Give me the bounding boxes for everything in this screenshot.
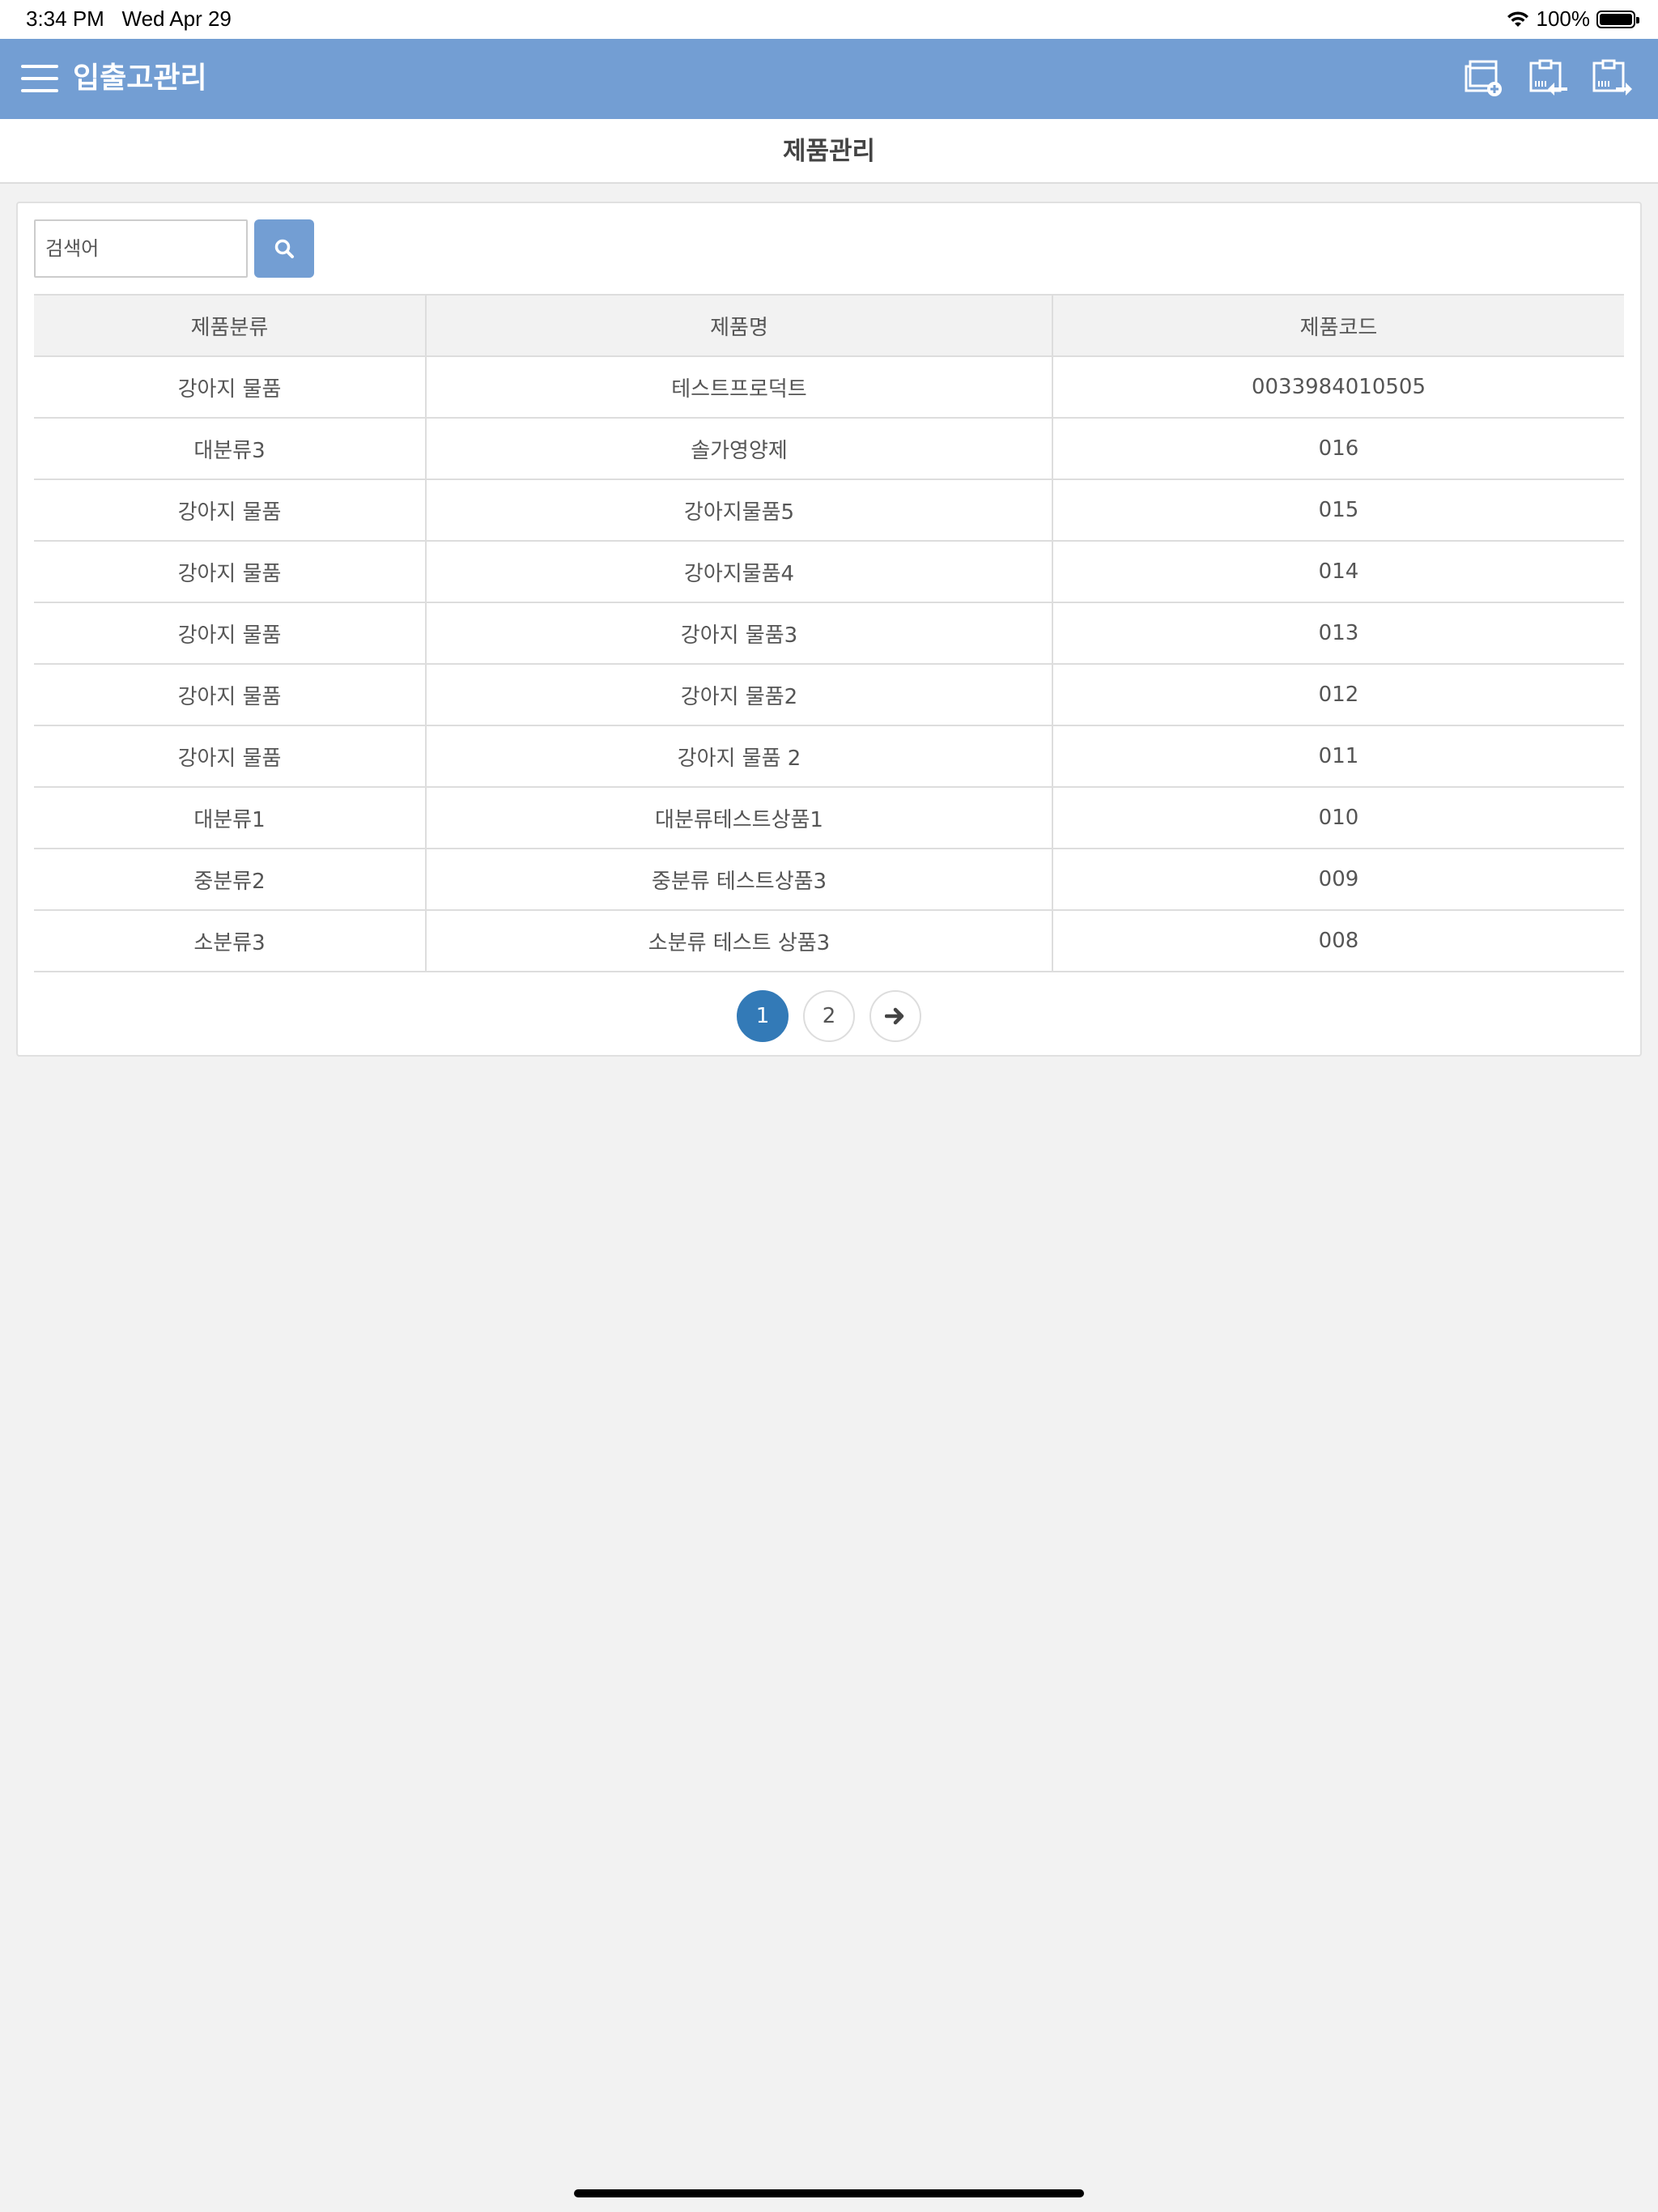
cell-category: 강아지 물품 bbox=[34, 725, 427, 788]
cell-name: 강아지 물품2 bbox=[426, 664, 1053, 726]
search-input[interactable] bbox=[34, 219, 248, 278]
column-header-category[interactable]: 제품분류 bbox=[34, 294, 427, 357]
cell-name: 강아지물품5 bbox=[426, 479, 1053, 542]
cell-code: 014 bbox=[1052, 541, 1624, 603]
cell-name: 솔가영양제 bbox=[426, 418, 1053, 480]
page-button-2[interactable]: 2 bbox=[803, 990, 855, 1042]
search-button[interactable] bbox=[254, 219, 314, 278]
home-indicator bbox=[574, 2189, 1084, 2197]
page-title: 제품관리 bbox=[782, 137, 876, 166]
table-row[interactable]: 강아지 물품 강아지 물품 2 011 bbox=[34, 725, 1624, 788]
cell-category: 강아지 물품 bbox=[34, 541, 427, 603]
cell-category: 강아지 물품 bbox=[34, 602, 427, 665]
product-panel: 제품분류 제품명 제품코드 강아지 물품 테스트프로덕트 00339840105… bbox=[16, 202, 1642, 1057]
table-row[interactable]: 중분류2 중분류 테스트상품3 009 bbox=[34, 849, 1624, 911]
app-actions bbox=[1462, 58, 1634, 99]
battery-percent: 100% bbox=[1536, 6, 1591, 31]
cell-code: 011 bbox=[1052, 725, 1624, 788]
pagination: 1 2 bbox=[18, 990, 1640, 1042]
table-row[interactable]: 강아지 물품 테스트프로덕트 0033984010505 bbox=[34, 356, 1624, 419]
page-button-1[interactable]: 1 bbox=[737, 990, 789, 1042]
cell-name: 테스트프로덕트 bbox=[426, 356, 1053, 419]
cell-category: 중분류2 bbox=[34, 849, 427, 911]
search-icon bbox=[274, 239, 294, 258]
table-row[interactable]: 강아지 물품 강아지 물품3 013 bbox=[34, 602, 1624, 665]
table-row[interactable]: 강아지 물품 강아지물품4 014 bbox=[34, 541, 1624, 603]
search-bar bbox=[34, 219, 314, 278]
product-table: 제품분류 제품명 제품코드 강아지 물품 테스트프로덕트 00339840105… bbox=[34, 294, 1624, 972]
cell-name: 중분류 테스트상품3 bbox=[426, 849, 1053, 911]
app-bar: 입출고관리 bbox=[0, 39, 1658, 119]
column-header-name[interactable]: 제품명 bbox=[426, 294, 1053, 357]
status-clock: 3:34 PM bbox=[26, 6, 104, 31]
table-row[interactable]: 강아지 물품 강아지물품5 015 bbox=[34, 479, 1624, 542]
cell-code: 012 bbox=[1052, 664, 1624, 726]
cell-name: 강아지 물품3 bbox=[426, 602, 1053, 665]
cell-name: 강아지물품4 bbox=[426, 541, 1053, 603]
add-product-icon[interactable] bbox=[1462, 58, 1504, 99]
cell-code: 010 bbox=[1052, 787, 1624, 849]
stock-out-icon[interactable] bbox=[1592, 58, 1634, 99]
cell-category: 강아지 물품 bbox=[34, 664, 427, 726]
column-header-code[interactable]: 제품코드 bbox=[1052, 294, 1624, 357]
table-row[interactable]: 대분류3 솔가영양제 016 bbox=[34, 418, 1624, 480]
cell-code: 0033984010505 bbox=[1052, 356, 1624, 419]
table-row[interactable]: 강아지 물품 강아지 물품2 012 bbox=[34, 664, 1624, 726]
status-date: Wed Apr 29 bbox=[121, 6, 232, 31]
app-title: 입출고관리 bbox=[73, 62, 207, 95]
arrow-right-icon bbox=[885, 1007, 904, 1025]
cell-name: 대분류테스트상품1 bbox=[426, 787, 1053, 849]
cell-category: 대분류1 bbox=[34, 787, 427, 849]
page-header: 제품관리 bbox=[0, 119, 1658, 184]
cell-category: 소분류3 bbox=[34, 910, 427, 972]
cell-name: 소분류 테스트 상품3 bbox=[426, 910, 1053, 972]
cell-code: 009 bbox=[1052, 849, 1624, 911]
status-bar: 3:34 PM Wed Apr 29 100% bbox=[0, 0, 1658, 39]
wifi-icon bbox=[1507, 11, 1528, 27]
table-row[interactable]: 소분류3 소분류 테스트 상품3 008 bbox=[34, 910, 1624, 972]
cell-code: 008 bbox=[1052, 910, 1624, 972]
cell-code: 015 bbox=[1052, 479, 1624, 542]
table-row[interactable]: 대분류1 대분류테스트상품1 010 bbox=[34, 787, 1624, 849]
cell-name: 강아지 물품 2 bbox=[426, 725, 1053, 788]
status-time: 3:34 PM Wed Apr 29 bbox=[26, 6, 232, 32]
table-header-row: 제품분류 제품명 제품코드 bbox=[34, 294, 1624, 357]
hamburger-menu-icon[interactable] bbox=[21, 65, 58, 92]
status-indicators: 100% bbox=[1506, 6, 1639, 32]
cell-category: 강아지 물품 bbox=[34, 356, 427, 419]
next-page-button[interactable] bbox=[869, 990, 921, 1042]
cell-category: 강아지 물품 bbox=[34, 479, 427, 542]
cell-code: 013 bbox=[1052, 602, 1624, 665]
battery-fill bbox=[1600, 13, 1632, 25]
stock-in-icon[interactable] bbox=[1527, 58, 1569, 99]
cell-code: 016 bbox=[1052, 418, 1624, 480]
cell-category: 대분류3 bbox=[34, 418, 427, 480]
battery-icon bbox=[1596, 10, 1639, 28]
